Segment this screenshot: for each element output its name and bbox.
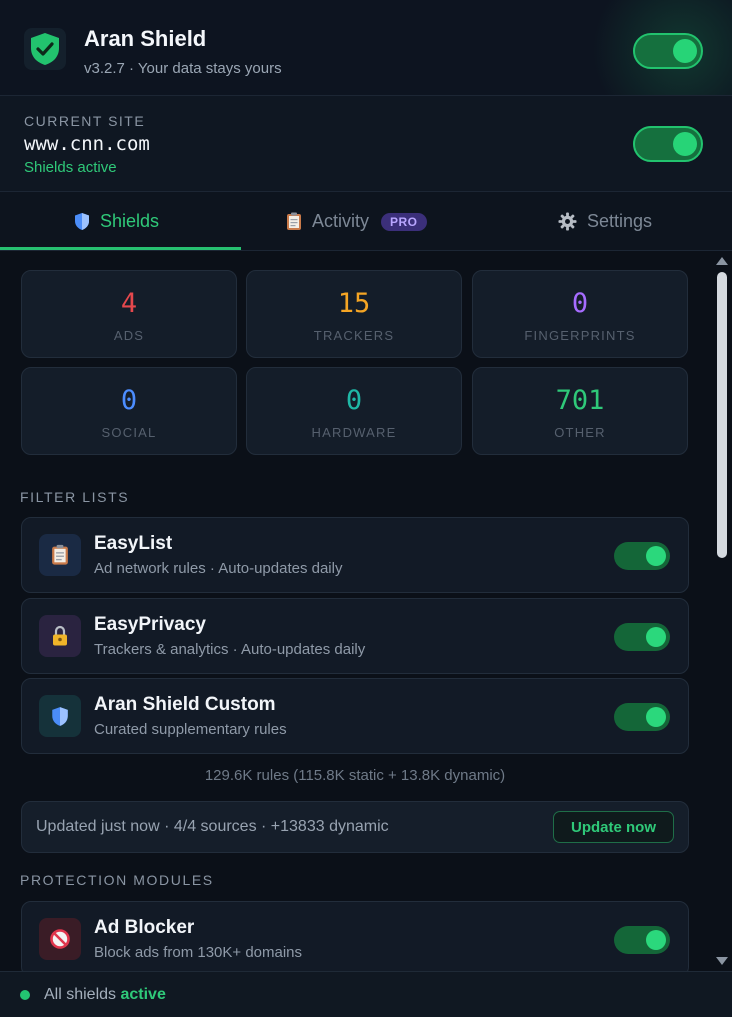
module-name: Ad Blocker xyxy=(94,917,195,938)
stat-fingerprints-value: 0 xyxy=(571,288,589,319)
scroll-up-arrow-icon[interactable] xyxy=(716,257,728,265)
update-now-button[interactable]: Update now xyxy=(553,811,674,843)
filter-desc: Ad network rules · Auto-updates daily xyxy=(94,560,343,577)
gear-icon xyxy=(558,212,577,231)
filter-card-easylist: EasyList Ad network rules · Auto-updates… xyxy=(21,517,689,593)
current-site-panel: CURRENT SITE www.cnn.com Shields active xyxy=(0,96,732,192)
tab-settings[interactable]: Settings xyxy=(558,192,652,251)
stat-other: 701 OTHER xyxy=(472,367,688,455)
update-status: Updated just now · 4/4 sources · +13833 … xyxy=(36,818,389,835)
update-bar: Updated just now · 4/4 sources · +13833 … xyxy=(21,801,689,853)
footer-prefix: All shields xyxy=(44,986,117,1003)
status-dot-icon xyxy=(20,990,30,1000)
stat-ads-label: ADS xyxy=(113,328,145,343)
scroll-down-arrow-icon[interactable] xyxy=(716,957,728,965)
filter-name: EasyPrivacy xyxy=(94,614,206,635)
rules-summary: 129.6K rules (115.8K static + 13.8K dyna… xyxy=(204,767,506,784)
stat-trackers-value: 15 xyxy=(337,288,371,319)
stat-other-label: OTHER xyxy=(554,425,606,440)
filter-lists-heading: FILTER LISTS xyxy=(20,489,130,505)
filter-card-easyprivacy: EasyPrivacy Trackers & analytics · Auto-… xyxy=(21,598,689,674)
custom-toggle[interactable] xyxy=(614,703,670,731)
tab-bar: Shields Activity PRO Settings xyxy=(0,192,732,251)
protection-modules-heading: PROTECTION MODULES xyxy=(20,872,214,888)
app-title: Aran Shield xyxy=(84,26,207,51)
stat-ads: 4 ADS xyxy=(21,270,237,358)
stat-trackers-label: TRACKERS xyxy=(313,328,395,343)
shield-check-icon xyxy=(24,28,66,70)
footer-state: active xyxy=(120,986,166,1003)
pro-badge: PRO xyxy=(381,212,427,231)
easylist-toggle[interactable] xyxy=(614,542,670,570)
shield-icon xyxy=(74,212,90,231)
ad-blocker-toggle[interactable] xyxy=(614,926,670,954)
easyprivacy-toggle[interactable] xyxy=(614,623,670,651)
filter-desc: Curated supplementary rules xyxy=(94,721,287,738)
site-domain: www.cnn.com xyxy=(24,133,150,155)
site-toggle[interactable] xyxy=(633,126,703,162)
tab-shields-label: Shields xyxy=(100,211,160,231)
current-site-label: CURRENT SITE xyxy=(24,113,146,129)
module-card-ad-blocker: Ad Blocker Block ads from 130K+ domains xyxy=(21,901,689,971)
stat-hardware-label: HARDWARE xyxy=(311,425,397,440)
status-footer: All shields active xyxy=(0,971,732,1017)
stat-fingerprints-label: FINGERPRINTS xyxy=(524,328,636,343)
app-version: v3.2.7 · Your data stays yours xyxy=(84,60,282,77)
stat-ads-value: 4 xyxy=(120,288,138,319)
stat-trackers: 15 TRACKERS xyxy=(246,270,462,358)
stat-social-value: 0 xyxy=(120,385,138,416)
filter-card-custom: Aran Shield Custom Curated supplementary… xyxy=(21,678,689,754)
site-status: Shields active xyxy=(24,159,117,176)
tab-activity-label: Activity xyxy=(312,211,370,231)
tab-settings-label: Settings xyxy=(587,211,653,231)
stat-fingerprints: 0 FINGERPRINTS xyxy=(472,270,688,358)
stat-hardware-value: 0 xyxy=(345,385,363,416)
stat-other-value: 701 xyxy=(555,385,605,416)
shields-panel: 4 ADS 15 TRACKERS 0 FINGERPRINTS 0 SOCIA… xyxy=(0,251,712,971)
clipboard-icon xyxy=(286,212,302,231)
stat-social-label: SOCIAL xyxy=(101,425,157,440)
filter-name: Aran Shield Custom xyxy=(94,694,276,715)
lock-icon xyxy=(39,615,81,657)
filter-name: EasyList xyxy=(94,533,173,554)
tab-shields[interactable]: Shields xyxy=(74,192,159,251)
module-desc: Block ads from 130K+ domains xyxy=(94,944,303,961)
filter-desc: Trackers & analytics · Auto-updates dail… xyxy=(94,641,366,658)
app-header: Aran Shield v3.2.7 · Your data stays you… xyxy=(0,0,732,96)
shield-icon xyxy=(39,695,81,737)
tab-activity[interactable]: Activity PRO xyxy=(286,192,427,251)
no-entry-icon xyxy=(39,918,81,960)
active-tab-indicator xyxy=(0,247,241,250)
scrollbar-thumb[interactable] xyxy=(717,272,727,558)
stat-hardware: 0 HARDWARE xyxy=(246,367,462,455)
stat-social: 0 SOCIAL xyxy=(21,367,237,455)
master-toggle[interactable] xyxy=(633,33,703,69)
footer-status: All shields active xyxy=(44,986,166,1004)
clipboard-icon xyxy=(39,534,81,576)
